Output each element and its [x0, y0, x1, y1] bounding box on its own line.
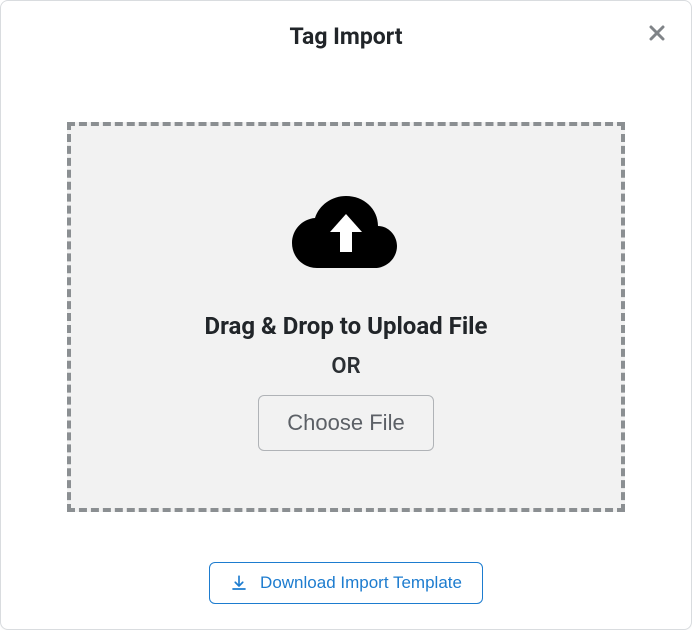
- footer-actions: Download Import Template: [1, 562, 691, 604]
- download-icon: [230, 574, 248, 592]
- close-button[interactable]: [645, 21, 669, 45]
- download-template-button[interactable]: Download Import Template: [209, 562, 483, 604]
- drop-instruction: Drag & Drop to Upload File: [205, 312, 488, 340]
- cloud-upload-icon: [292, 186, 400, 276]
- modal-header: Tag Import: [1, 1, 691, 60]
- download-template-label: Download Import Template: [260, 573, 462, 593]
- tag-import-modal: Tag Import Drag & Drop to Upload File OR…: [0, 0, 692, 630]
- file-dropzone[interactable]: Drag & Drop to Upload File OR Choose Fil…: [67, 122, 625, 512]
- choose-file-button[interactable]: Choose File: [258, 395, 433, 451]
- modal-title: Tag Import: [21, 23, 671, 50]
- or-label: OR: [331, 354, 360, 379]
- close-icon: [649, 25, 665, 41]
